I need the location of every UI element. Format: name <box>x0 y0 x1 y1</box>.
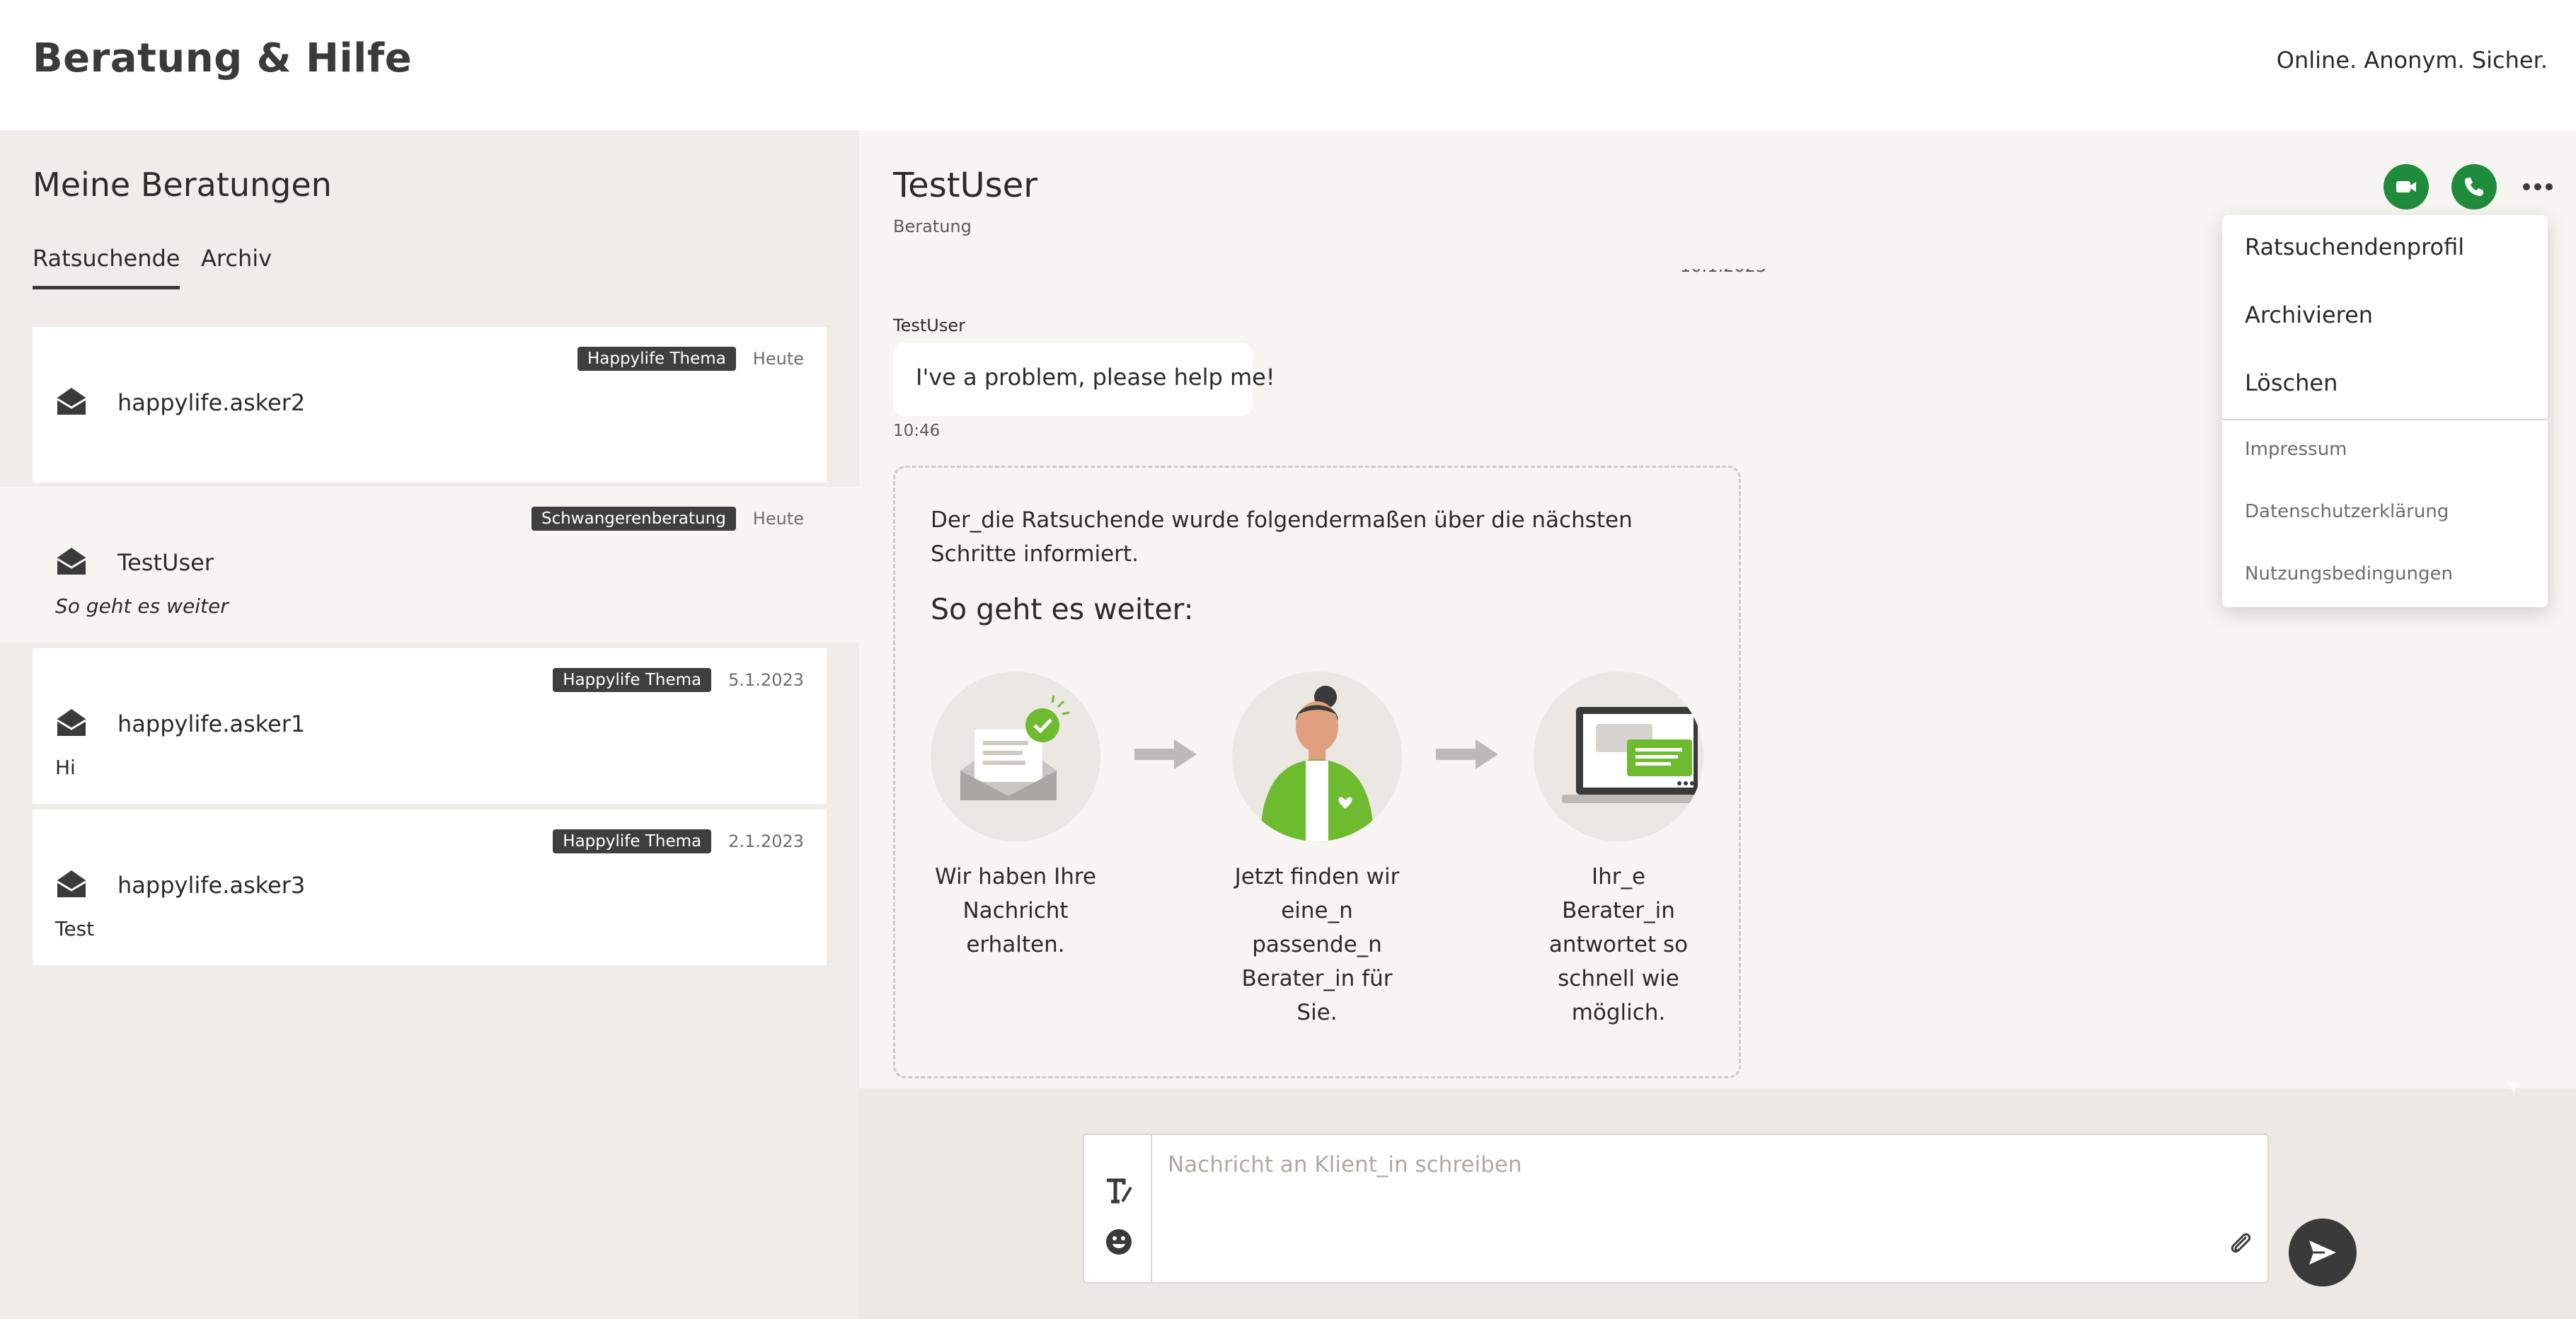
menu-item-archivieren[interactable]: Archivieren <box>2245 301 2373 328</box>
envelope-check-icon <box>960 695 1070 800</box>
brand-title: Beratung & Hilfe <box>33 35 413 81</box>
brand-claim: Online. Anonym. Sicher. <box>2276 47 2548 74</box>
session-name: happylife.asker3 <box>117 872 306 899</box>
phone-call-icon <box>2465 178 2483 196</box>
session-date: Heute <box>752 509 804 529</box>
message-composer <box>1083 1134 2269 1284</box>
session-item[interactable]: Happylife Thema 2.1.2023 happylife.asker… <box>33 810 827 965</box>
step-illustration <box>1232 672 1402 841</box>
menu-item-ratsuchendenprofil[interactable]: Ratsuchendenprofil <box>2245 234 2464 260</box>
step-text: Wir haben Ihre Nachricht erhalten. <box>934 864 1096 957</box>
menu-link-impressum[interactable]: Impressum <box>2245 439 2347 460</box>
step-message-received: Wir haben Ihre Nachricht erhalten. <box>931 672 1100 962</box>
phone-call-button[interactable] <box>2451 164 2497 209</box>
step-illustration <box>931 672 1100 841</box>
arrow-right-icon <box>1134 739 1197 769</box>
session-date: Heute <box>752 349 804 369</box>
envelope-open-icon <box>57 709 86 736</box>
options-menu: Ratsuchendenprofil Archivieren Löschen I… <box>2222 215 2548 607</box>
session-date: 2.1.2023 <box>728 831 804 851</box>
session-preview: So geht es weiter <box>55 594 229 618</box>
date-divider: 10.1.2023 <box>1680 269 1765 279</box>
topic-badge: Happylife Thema <box>577 347 736 371</box>
topic-badge: Happylife Thema <box>553 668 712 692</box>
more-options-button[interactable] <box>2519 174 2556 200</box>
more-icon-dot <box>2546 183 2553 190</box>
video-call-icon <box>2396 181 2416 192</box>
step-finding-counselor: Jetzt finden wir eine_n passende_n Berat… <box>1232 672 1402 1030</box>
arrow-right-icon <box>1436 739 1498 769</box>
menu-item-loeschen[interactable]: Löschen <box>2245 369 2338 396</box>
message-input[interactable] <box>1168 1152 2201 1265</box>
session-name: happylife.asker1 <box>117 710 306 737</box>
text-format-icon[interactable] <box>1104 1176 1134 1206</box>
session-preview: Hi <box>55 756 76 779</box>
sidebar-title: Meine Beratungen <box>33 166 332 204</box>
scroll-down-icon[interactable] <box>2505 1077 2522 1098</box>
next-steps-intro: Der_die Ratsuchende wurde folgendermaßen… <box>931 507 1633 567</box>
chat-subtitle: Beratung <box>893 217 972 236</box>
session-date: 5.1.2023 <box>728 670 804 690</box>
video-call-button[interactable] <box>2384 164 2429 209</box>
envelope-open-icon <box>57 870 86 897</box>
chat-title: TestUser <box>893 166 1037 205</box>
session-item-active[interactable]: Schwangerenberatung Heute TestUser So ge… <box>0 487 859 643</box>
step-illustration <box>1534 672 1703 841</box>
send-button[interactable] <box>2289 1219 2357 1286</box>
attachment-icon[interactable] <box>2226 1228 2255 1257</box>
session-item[interactable]: Happylife Thema Heute happylife.asker2 <box>33 327 827 483</box>
send-icon <box>2309 1240 2336 1265</box>
tab-archiv[interactable]: Archiv <box>201 245 272 272</box>
message-author: TestUser <box>893 316 965 335</box>
next-steps-box: Der_die Ratsuchende wurde folgendermaßen… <box>893 466 1741 1078</box>
envelope-open-icon <box>57 388 86 415</box>
step-text: Ihr_e Berater_in antwortet so schnell wi… <box>1548 864 1689 1025</box>
message-time: 10:46 <box>893 422 941 440</box>
session-name: TestUser <box>117 549 214 576</box>
more-icon-dot <box>2534 183 2541 190</box>
emoji-icon[interactable] <box>1104 1227 1134 1257</box>
envelope-open-icon <box>57 548 86 575</box>
date-divider-text: 10.1.2023 <box>1680 269 1765 276</box>
more-icon <box>2523 183 2530 190</box>
session-name: happylife.asker2 <box>117 389 306 416</box>
step-counselor-answers: Ihr_e Berater_in antwortet so schnell wi… <box>1534 672 1703 1030</box>
menu-link-datenschutz[interactable]: Datenschutzerklärung <box>2245 501 2449 522</box>
tab-ratsuchende[interactable]: Ratsuchende <box>33 245 180 289</box>
session-preview: Test <box>55 917 95 940</box>
menu-divider <box>2222 419 2548 420</box>
app-header: Beratung & Hilfe Online. Anonym. Sicher. <box>0 0 2576 130</box>
next-steps-heading: So geht es weiter: <box>931 592 1194 626</box>
step-text: Jetzt finden wir eine_n passende_n Berat… <box>1234 864 1400 1025</box>
sessions-sidebar: Meine Beratungen Ratsuchende Archiv Happ… <box>0 130 859 1319</box>
composer-area <box>859 1083 2576 1319</box>
counselor-icon <box>1260 686 1374 841</box>
session-item[interactable]: Happylife Thema 5.1.2023 happylife.asker… <box>33 648 827 804</box>
message-bubble: I've a problem, please help me! <box>893 342 1275 416</box>
topic-badge: Schwangerenberatung <box>531 507 736 531</box>
topic-badge: Happylife Thema <box>553 829 712 853</box>
laptop-chat-icon <box>1562 707 1703 803</box>
menu-link-nutzungsbedingungen[interactable]: Nutzungsbedingungen <box>2245 563 2453 584</box>
composer-toolbar <box>1084 1135 1152 1282</box>
